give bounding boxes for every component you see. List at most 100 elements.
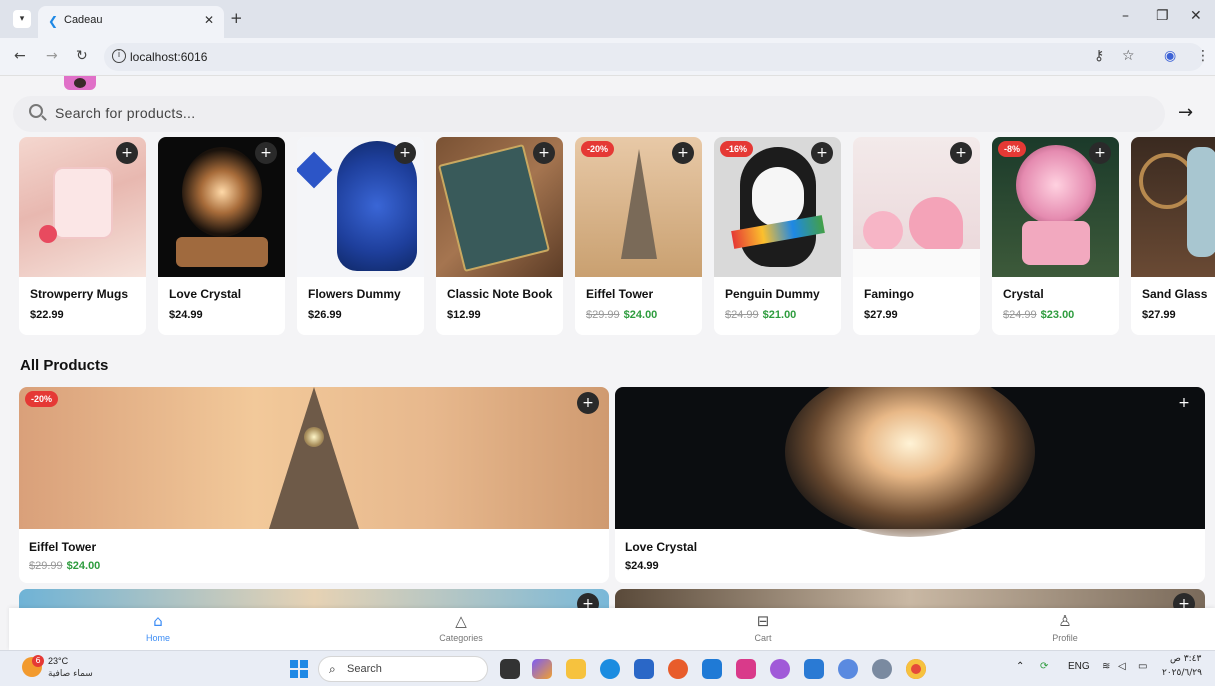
product-name: Sand Glass <box>1142 287 1208 301</box>
chrome-icon[interactable] <box>906 659 926 679</box>
back-icon[interactable]: ← <box>14 48 26 64</box>
discount-badge: -8% <box>998 141 1027 157</box>
chrome-dev-icon[interactable] <box>838 659 858 679</box>
chrome-icon[interactable] <box>668 659 688 679</box>
tab-title: Cadeau <box>64 14 103 26</box>
add-to-cart-button[interactable]: + <box>116 142 138 164</box>
product-card[interactable]: -20% + Eiffel Tower $29.99 $24.00 <box>575 137 702 335</box>
product-name: Love Crystal <box>625 540 698 554</box>
add-to-cart-button[interactable]: + <box>1173 392 1195 414</box>
search-placeholder: Search for products... <box>55 105 196 121</box>
add-to-cart-button[interactable]: + <box>255 142 277 164</box>
chrome-canary-icon[interactable] <box>770 659 790 679</box>
search-input[interactable]: Search for products... <box>13 96 1165 132</box>
sync-icon[interactable]: ⟳ <box>1040 661 1048 672</box>
discount-badge: -20% <box>25 391 59 407</box>
product-card-large[interactable]: + Love Crystal $24.99 <box>615 387 1205 583</box>
product-name: Love Crystal <box>169 287 242 301</box>
battery-icon[interactable]: ▭ <box>1138 661 1147 672</box>
minimize-button[interactable]: – <box>1122 8 1129 24</box>
weather-desc: سماء صافية <box>48 669 93 679</box>
arrow-right-icon[interactable]: → <box>1178 102 1193 123</box>
add-to-cart-button[interactable]: + <box>811 142 833 164</box>
outlook-icon[interactable] <box>702 659 722 679</box>
product-name: Crystal <box>1003 287 1044 301</box>
address-bar: ← → ↻ i localhost:6016 ⚷ ☆ ◉ ⋮ <box>0 38 1215 76</box>
file-explorer-icon[interactable] <box>566 659 586 679</box>
close-window-button[interactable]: ✕ <box>1190 8 1202 24</box>
add-to-cart-button[interactable]: + <box>950 142 972 164</box>
bookmark-star-icon[interactable]: ☆ <box>1122 48 1135 64</box>
product-price: $24.99 $21.00 <box>725 309 797 321</box>
clock-time[interactable]: ٣:٤٣ ص <box>1170 654 1201 664</box>
product-card[interactable]: Sand Glass $27.99 <box>1131 137 1215 335</box>
copilot-icon[interactable] <box>532 659 552 679</box>
store-icon[interactable] <box>634 659 654 679</box>
browser-tab[interactable]: ❮ Cadeau ✕ <box>38 6 224 38</box>
profile-icon: ♙ <box>1058 612 1072 630</box>
discount-badge: -20% <box>581 141 615 157</box>
volume-icon[interactable]: ◁ <box>1118 661 1126 672</box>
add-to-cart-button[interactable]: + <box>394 142 416 164</box>
reload-icon[interactable]: ↻ <box>76 48 88 64</box>
product-price: $24.99 <box>169 309 203 321</box>
forward-icon[interactable]: → <box>46 48 58 64</box>
product-name: Flowers Dummy <box>308 287 401 301</box>
featured-products-row[interactable]: + Strowperry Mugs $22.99 + Love Crystal … <box>19 137 1215 335</box>
start-button[interactable] <box>290 660 308 678</box>
nav-cart[interactable]: ⊟ Cart <box>703 608 823 650</box>
home-icon: ⌂ <box>153 612 163 630</box>
section-title: All Products <box>20 357 109 374</box>
taskbar: 6 23°C سماء صافية ⌕ Search ⌃ ⟳ ENG ≋ ◁ ▭… <box>0 650 1215 686</box>
nav-categories[interactable]: △ Categories <box>401 608 521 650</box>
nav-profile[interactable]: ♙ Profile <box>1005 608 1125 650</box>
site-info-icon[interactable]: i <box>112 49 126 63</box>
add-to-cart-button[interactable]: + <box>577 392 599 414</box>
avatar[interactable] <box>64 76 96 90</box>
product-card-large[interactable]: -20% + Eiffel Tower $29.99 $24.00 <box>19 387 609 583</box>
product-card[interactable]: + Famingo $27.99 <box>853 137 980 335</box>
tab-search-chevron-icon[interactable]: ▾ <box>13 10 31 28</box>
product-price: $24.99 $23.00 <box>1003 309 1075 321</box>
taskbar-search[interactable]: ⌕ Search <box>318 656 488 682</box>
product-card[interactable]: + Love Crystal $24.99 <box>158 137 285 335</box>
add-to-cart-button[interactable]: + <box>672 142 694 164</box>
product-name: Strowperry Mugs <box>30 287 129 301</box>
product-price: $29.99 $24.00 <box>586 309 658 321</box>
product-card[interactable]: -8% + Crystal $24.99 $23.00 <box>992 137 1119 335</box>
browser-tab-bar: ▾ ❮ Cadeau ✕ + – ❐ ✕ <box>0 0 1215 38</box>
flutter-icon: ❮ <box>48 14 59 28</box>
product-card[interactable]: + Flowers Dummy $26.99 <box>297 137 424 335</box>
product-card[interactable]: + Strowperry Mugs $22.99 <box>19 137 146 335</box>
edge-icon[interactable] <box>600 659 620 679</box>
nav-home[interactable]: ⌂ Home <box>98 608 218 650</box>
chevron-up-icon[interactable]: ⌃ <box>1016 661 1024 672</box>
profile-icon[interactable]: ◉ <box>1164 48 1176 64</box>
url-field[interactable]: i localhost:6016 ⚷ ☆ <box>104 43 1204 71</box>
add-to-cart-button[interactable]: + <box>533 142 555 164</box>
menu-kebab-icon[interactable]: ⋮ <box>1196 48 1210 64</box>
weather-temp: 23°C <box>48 656 69 666</box>
language-indicator[interactable]: ENG <box>1068 661 1090 672</box>
url-text[interactable]: localhost:6016 <box>130 50 207 64</box>
new-tab-button[interactable]: + <box>230 9 243 27</box>
wifi-icon[interactable]: ≋ <box>1102 661 1110 672</box>
vscode-icon[interactable] <box>804 659 824 679</box>
restore-button[interactable]: ❐ <box>1156 8 1169 24</box>
product-image <box>1131 137 1215 277</box>
product-card[interactable]: + Classic Note Book $12.99 <box>436 137 563 335</box>
bottom-navigation: ⌂ Home △ Categories ⊟ Cart ♙ Profile <box>9 608 1215 650</box>
tab-close-icon[interactable]: ✕ <box>204 13 214 27</box>
search-icon <box>29 104 43 118</box>
password-key-icon[interactable]: ⚷ <box>1094 48 1104 64</box>
clock-date[interactable]: ٢٠٢٥/٦/٢٩ <box>1162 668 1202 678</box>
add-to-cart-button[interactable]: + <box>1089 142 1111 164</box>
product-image <box>615 387 1205 537</box>
product-price: $27.99 <box>1142 309 1176 321</box>
product-card[interactable]: -16% + Penguin Dummy $24.99 $21.00 <box>714 137 841 335</box>
taskview-icon[interactable] <box>500 659 520 679</box>
product-name: Classic Note Book <box>447 287 553 301</box>
app-icon[interactable] <box>736 659 756 679</box>
product-price: $29.99 $24.00 <box>29 560 101 572</box>
settings-icon[interactable] <box>872 659 892 679</box>
